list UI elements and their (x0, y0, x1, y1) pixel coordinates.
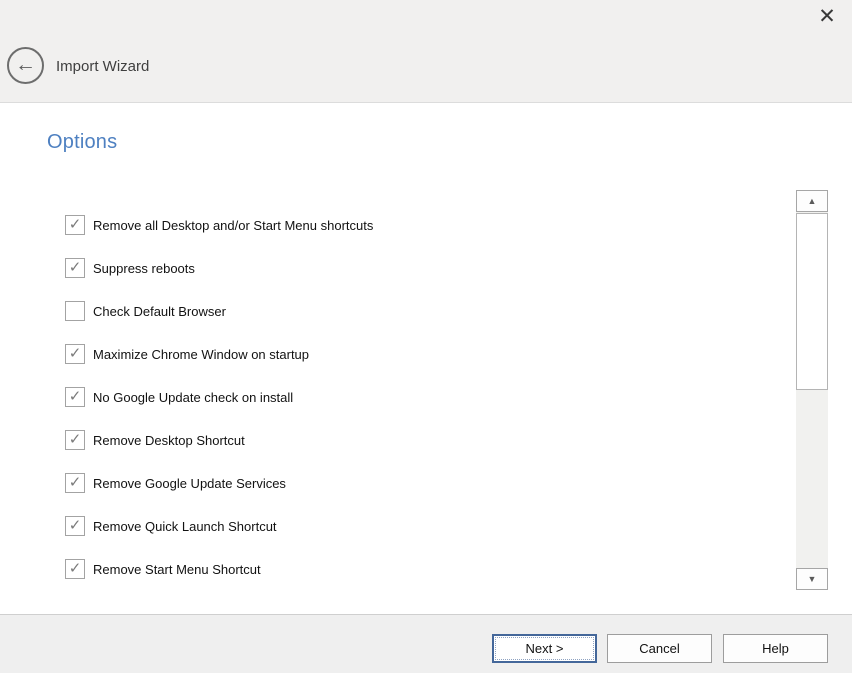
option-label: Remove Start Menu Shortcut (93, 562, 261, 577)
scrollbar-down-button[interactable]: ▼ (796, 568, 828, 590)
checkmark-icon: ✓ (69, 475, 82, 490)
option-checkbox[interactable]: ✓ (65, 516, 85, 536)
checkmark-icon: ✓ (69, 389, 82, 404)
option-row: ✓ Remove Start Menu Shortcut (65, 558, 261, 580)
help-button[interactable]: Help (723, 634, 828, 663)
scroll-up-icon: ▲ (808, 196, 817, 206)
option-checkbox[interactable]: ✓ (65, 344, 85, 364)
next-button[interactable]: Next > (492, 634, 597, 663)
page-title: Options (47, 131, 117, 154)
option-label: Remove all Desktop and/or Start Menu sho… (93, 218, 373, 233)
option-checkbox[interactable]: ✓ (65, 387, 85, 407)
checkmark-icon: ✓ (69, 561, 82, 576)
checkmark-icon: ✓ (69, 432, 82, 447)
scrollbar-thumb[interactable] (796, 213, 828, 390)
footer-bar: Next > Cancel Help (0, 614, 852, 673)
option-label: Remove Google Update Services (93, 476, 286, 491)
close-icon[interactable]: ✕ (812, 2, 842, 32)
option-row: ✓ Remove Quick Launch Shortcut (65, 515, 277, 537)
cancel-button[interactable]: Cancel (607, 634, 712, 663)
option-row: ✓ Check Default Browser (65, 300, 226, 322)
back-button[interactable]: ← (7, 47, 44, 84)
option-label: Remove Desktop Shortcut (93, 433, 245, 448)
back-arrow-icon: ← (15, 54, 36, 75)
option-label: Suppress reboots (93, 261, 195, 276)
option-label: Check Default Browser (93, 304, 226, 319)
option-checkbox[interactable]: ✓ (65, 473, 85, 493)
options-scrollbar[interactable]: ▲ ▼ (796, 190, 828, 590)
option-row: ✓ No Google Update check on install (65, 386, 293, 408)
wizard-header: ✕ ← Import Wizard (0, 0, 852, 103)
option-label: Maximize Chrome Window on startup (93, 347, 309, 362)
wizard-title: Import Wizard (56, 58, 149, 75)
option-checkbox[interactable]: ✓ (65, 559, 85, 579)
checkmark-icon: ✓ (69, 346, 82, 361)
scroll-down-icon: ▼ (808, 574, 817, 584)
option-row: ✓ Remove all Desktop and/or Start Menu s… (65, 214, 373, 236)
option-label: Remove Quick Launch Shortcut (93, 519, 277, 534)
option-checkbox[interactable]: ✓ (65, 258, 85, 278)
option-row: ✓ Suppress reboots (65, 257, 195, 279)
option-checkbox[interactable]: ✓ (65, 430, 85, 450)
option-row: ✓ Remove Google Update Services (65, 472, 286, 494)
scrollbar-up-button[interactable]: ▲ (796, 190, 828, 212)
option-label: No Google Update check on install (93, 390, 293, 405)
checkmark-icon: ✓ (69, 260, 82, 275)
options-list: ✓ Remove all Desktop and/or Start Menu s… (0, 190, 794, 590)
checkmark-icon: ✓ (69, 217, 82, 232)
option-checkbox[interactable]: ✓ (65, 215, 85, 235)
option-row: ✓ Remove Desktop Shortcut (65, 429, 245, 451)
option-checkbox[interactable]: ✓ (65, 301, 85, 321)
option-row: ✓ Maximize Chrome Window on startup (65, 343, 309, 365)
checkmark-icon: ✓ (69, 518, 82, 533)
